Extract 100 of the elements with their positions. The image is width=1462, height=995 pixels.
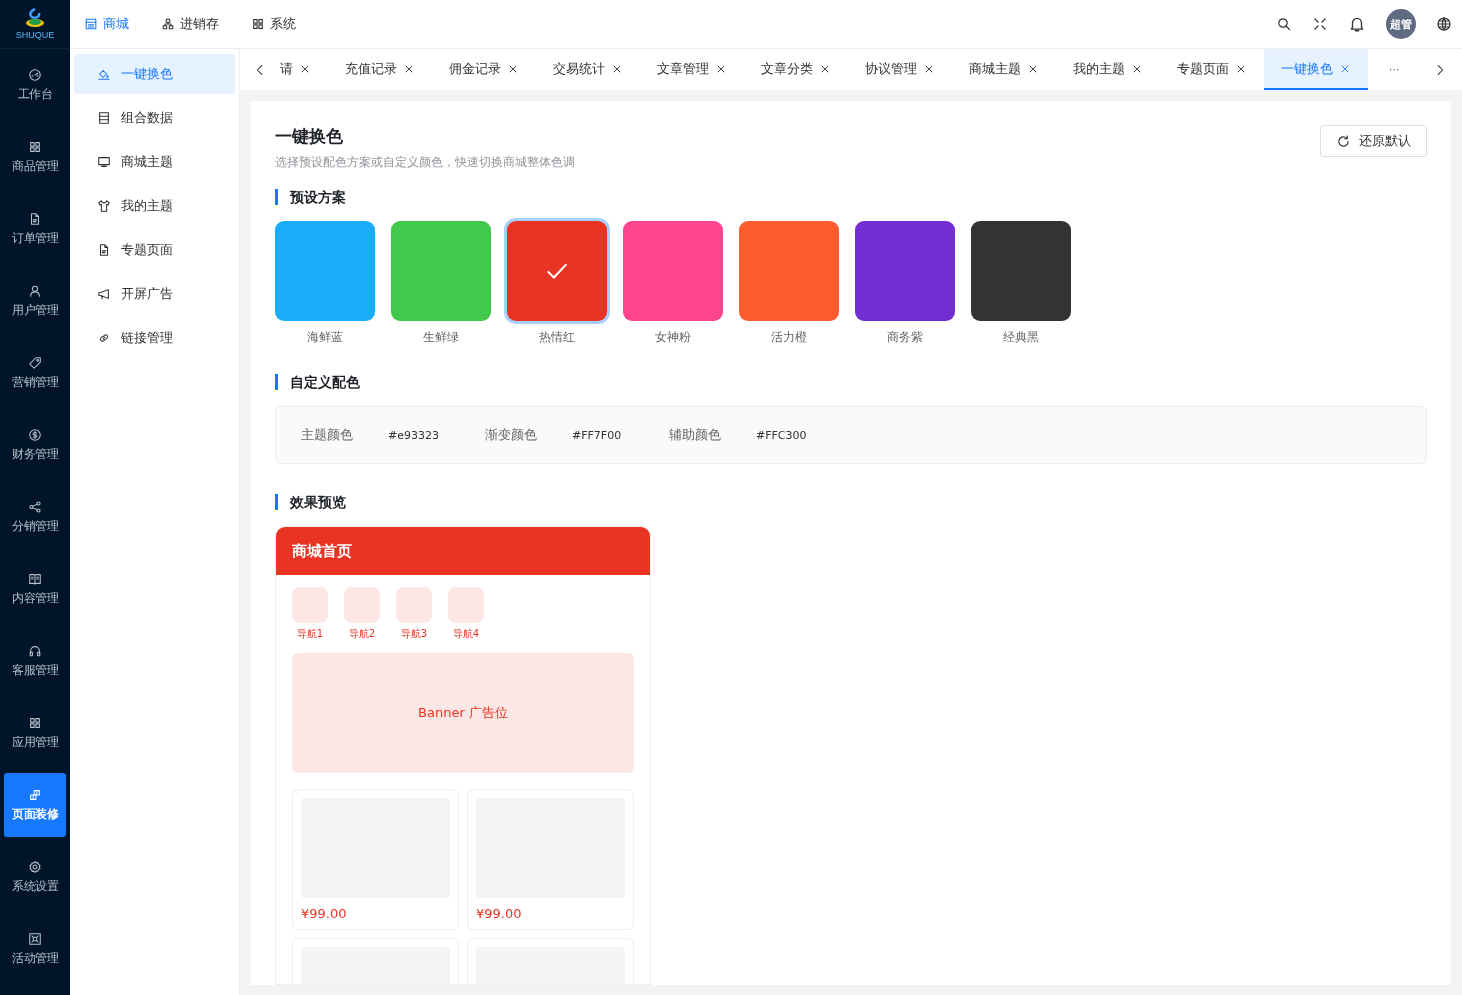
page-title: 一键换色 (275, 125, 344, 148)
refresh-icon (1336, 133, 1351, 149)
color-label: 主题颜色 (301, 426, 354, 444)
nav-item[interactable]: 工作台 (4, 53, 66, 117)
top-menu-item[interactable]: 进销存 (161, 15, 219, 33)
nav-item[interactable]: 订单管理 (4, 197, 66, 261)
monitor-icon (97, 155, 111, 169)
color-swatch[interactable] (507, 221, 607, 321)
tab[interactable]: 交易统计 (536, 49, 640, 90)
nav-item[interactable]: 营销管理 (4, 341, 66, 405)
user-icon (28, 283, 42, 298)
reset-button[interactable]: 还原默认 (1320, 125, 1427, 157)
tab[interactable]: 请 (280, 49, 328, 90)
color-value: #e93323 (388, 428, 439, 442)
more-tabs-button[interactable]: ··· (1368, 49, 1420, 90)
submenu-item[interactable]: 链接管理 (74, 318, 235, 358)
document-icon (97, 243, 111, 257)
color-swatch[interactable] (855, 221, 955, 321)
color-value: #FFC300 (756, 428, 807, 442)
top-menu-item[interactable]: 系统 (251, 15, 296, 33)
bell-icon (1348, 15, 1366, 33)
tab[interactable]: 商城主题 (952, 49, 1056, 90)
nav-label: 导航2 (348, 627, 376, 641)
nav-label: 导航3 (400, 627, 428, 641)
color-swatch[interactable] (623, 221, 723, 321)
megaphone-icon (97, 287, 111, 301)
preview-header: 商城首页 (276, 527, 650, 575)
nav-item[interactable]: 活动管理 (4, 917, 66, 981)
nav-item[interactable]: 客服管理 (4, 629, 66, 693)
product-price: ¥99.00 (476, 906, 523, 921)
globe-icon (1436, 16, 1452, 32)
logo-text: SHUQUE (15, 30, 55, 40)
blocks-icon (28, 787, 42, 802)
paint-bucket-icon (97, 67, 111, 81)
nav-item[interactable]: 内容管理 (4, 557, 66, 621)
nav-tile (344, 587, 380, 623)
nav-item[interactable]: 商品管理 (4, 125, 66, 189)
shirt-icon (97, 199, 111, 213)
nav-label: 导航1 (296, 627, 324, 641)
nav-tile (448, 587, 484, 623)
section-title: 效果预览 (275, 494, 1427, 510)
nav-item[interactable]: 财务管理 (4, 413, 66, 477)
swatch-label: 经典黑 (1003, 329, 1039, 346)
gauge-icon (28, 67, 42, 82)
color-value: #FF7F00 (572, 428, 622, 442)
tab[interactable]: 文章管理 (640, 49, 744, 90)
color-label: 辅助颜色 (669, 426, 722, 444)
swatch-label: 生鲜绿 (423, 329, 459, 346)
tab[interactable]: 一键换色 (1264, 49, 1368, 90)
nav-label: 导航4 (452, 627, 480, 641)
nav-item[interactable]: 页面装修 (4, 773, 66, 837)
tag-icon (28, 355, 42, 370)
submenu-item[interactable]: 一键换色 (74, 54, 235, 94)
grid-icon (28, 715, 42, 730)
top-menu-item[interactable]: 商城 (84, 15, 129, 33)
user-avatar[interactable]: 超管 (1386, 9, 1416, 39)
grid-icon (28, 139, 42, 154)
color-swatch[interactable] (971, 221, 1071, 321)
link-icon (97, 331, 111, 345)
swatch-label: 商务紫 (887, 329, 923, 346)
tab[interactable]: 充值记录 (328, 49, 432, 90)
product-price: ¥99.00 (301, 906, 348, 921)
tab[interactable]: 文章分类 (744, 49, 848, 90)
banner: Banner 广告位 (292, 653, 634, 773)
swatch-label: 活力橙 (771, 329, 807, 346)
swatch-label: 热情红 (539, 329, 575, 346)
book-icon (28, 571, 42, 586)
dollar-icon (28, 427, 42, 442)
tab[interactable]: 佣金记录 (432, 49, 536, 90)
page-subtitle: 选择预设配色方案或自定义颜色，快速切换商城整体色调 (275, 154, 575, 171)
hierarchy-icon (161, 17, 175, 31)
tab[interactable]: 协议管理 (848, 49, 952, 90)
section-title: 预设方案 (275, 189, 1427, 205)
color-swatch[interactable] (275, 221, 375, 321)
nav-tile (292, 587, 328, 623)
color-swatch[interactable] (391, 221, 491, 321)
submenu-item[interactable]: 我的主题 (74, 186, 235, 226)
nav-item[interactable]: 用户管理 (4, 269, 66, 333)
swatch-label: 海鲜蓝 (307, 329, 343, 346)
fullscreen-icon (1312, 16, 1328, 32)
tab[interactable]: 专题页面 (1160, 49, 1264, 90)
gear-icon (28, 859, 42, 874)
color-swatch[interactable] (739, 221, 839, 321)
nav-item[interactable]: 系统设置 (4, 845, 66, 909)
headset-icon (28, 643, 42, 658)
submenu-item[interactable]: 专题页面 (74, 230, 235, 270)
submenu-item[interactable]: 商城主题 (74, 142, 235, 182)
nav-item[interactable]: 应用管理 (4, 701, 66, 765)
document-icon (28, 211, 42, 226)
nav-item[interactable]: 分销管理 (4, 485, 66, 549)
tab[interactable]: 我的主题 (1056, 49, 1160, 90)
command-icon (28, 931, 42, 946)
color-label: 渐变颜色 (485, 426, 538, 444)
submenu-item[interactable]: 组合数据 (74, 98, 235, 138)
section-title: 自定义配色 (275, 374, 1427, 390)
submenu-item[interactable]: 开屏广告 (74, 274, 235, 314)
table-icon (97, 111, 111, 125)
grid-icon (251, 17, 265, 31)
swatch-label: 女神粉 (655, 329, 691, 346)
logo-icon (23, 8, 47, 30)
